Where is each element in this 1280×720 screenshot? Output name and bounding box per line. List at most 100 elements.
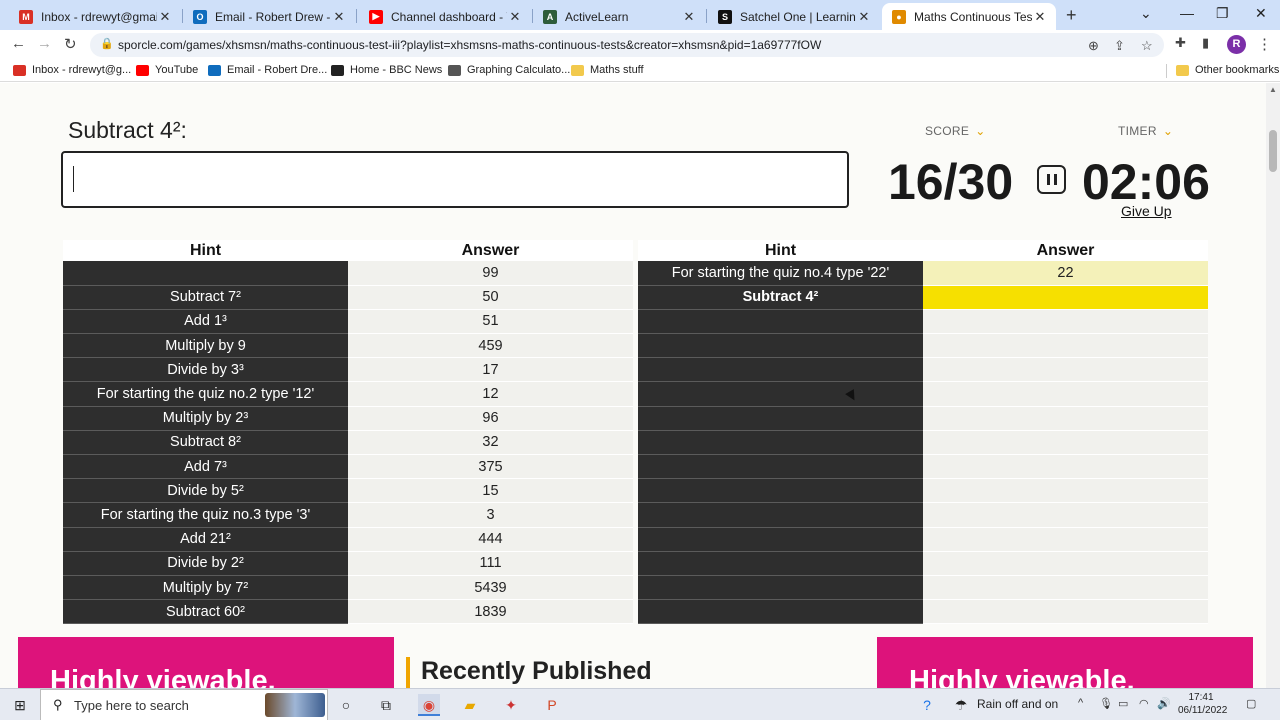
chrome-icon[interactable]: ◉ <box>418 694 440 716</box>
score-label[interactable]: SCORE ⌄ <box>925 124 986 138</box>
close-tab-icon[interactable]: ✕ <box>1032 9 1048 25</box>
hint-cell: Multiply by 9 <box>63 333 348 359</box>
notifications-icon[interactable]: ▢ <box>1246 697 1256 710</box>
side-panel-icon[interactable]: ▮ <box>1202 35 1209 51</box>
scrollbar-thumb[interactable] <box>1269 130 1277 172</box>
tab-title: Inbox - rdrewyt@gmail.com <box>41 9 157 24</box>
browser-tab[interactable]: M Inbox - rdrewyt@gmail.com✕ <box>9 3 181 30</box>
activelearn-icon: A <box>543 9 557 24</box>
tray-chevron-icon[interactable]: ^ <box>1078 697 1083 709</box>
forward-icon[interactable]: → <box>37 35 52 52</box>
table-row <box>638 309 1208 335</box>
table-row <box>638 454 1208 480</box>
menu-icon[interactable]: ⋮ <box>1257 35 1272 53</box>
answer-cell: 1839 <box>348 599 633 625</box>
close-tab-icon[interactable]: ✕ <box>331 9 347 25</box>
volume-icon[interactable]: 🔊 <box>1157 697 1171 710</box>
bookmark-label: Maths stuff <box>590 64 644 76</box>
hint-cell <box>638 357 923 383</box>
lock-icon: 🔒 <box>100 38 114 50</box>
table-row <box>638 502 1208 528</box>
bookmark-label: Email - Robert Dre... <box>227 64 328 76</box>
answer-cell: 5439 <box>348 575 633 601</box>
scroll-up-icon[interactable]: ▲ <box>1269 85 1277 94</box>
minimize-button[interactable]: — <box>1180 5 1194 21</box>
windows-start-icon[interactable]: ⊞ <box>9 694 31 716</box>
close-tab-icon[interactable]: ✕ <box>507 9 523 25</box>
url-text[interactable]: sporcle.com/games/xhsmsn/maths-continuou… <box>118 38 821 52</box>
bookmark-label: Home - BBC News <box>350 64 443 76</box>
battery-icon[interactable]: ▭ <box>1118 697 1128 710</box>
new-tab-button[interactable]: + <box>1066 5 1077 26</box>
bookmark-item[interactable]: YouTube <box>136 64 198 76</box>
browser-tab[interactable]: ▶ Channel dashboard - YouTube✕ <box>359 3 531 30</box>
navigation-bar: ← → ↻ 🔒 sporcle.com/games/xhsmsn/maths-c… <box>0 30 1280 60</box>
maximize-button[interactable]: ❐ <box>1216 5 1229 22</box>
bookmark-item[interactable]: Graphing Calculato... <box>448 64 570 76</box>
taskbar-search[interactable]: ⚲ Type here to search <box>40 689 328 720</box>
address-bar[interactable]: 🔒 sporcle.com/games/xhsmsn/maths-continu… <box>90 33 1164 57</box>
extensions-icon[interactable]: ✚ <box>1175 35 1186 51</box>
answer-cell: 99 <box>348 261 633 286</box>
answer-input[interactable] <box>61 151 849 208</box>
hint-cell: Add 1³ <box>63 309 348 335</box>
wifi-icon[interactable]: ◠ <box>1139 697 1149 710</box>
table-row: Multiply by 7² 5439 <box>63 575 633 601</box>
close-tab-icon[interactable]: ✕ <box>157 9 173 25</box>
page-scrollbar[interactable]: ▲ <box>1266 83 1280 688</box>
back-icon[interactable]: ← <box>11 35 26 52</box>
hint-cell: Subtract 4² <box>638 285 923 310</box>
powerpoint-icon[interactable]: P <box>541 694 563 716</box>
avatar[interactable]: R <box>1227 35 1246 54</box>
share-icon[interactable]: ⇪ <box>1114 38 1125 54</box>
answer-cell <box>923 430 1208 456</box>
clock[interactable]: 17:41 06/11/2022 <box>1178 691 1227 717</box>
file-explorer-icon[interactable]: ▰ <box>459 694 481 716</box>
task-view-icon[interactable]: ⧉ <box>375 694 397 716</box>
bookmark-item[interactable]: Email - Robert Dre... <box>208 64 327 76</box>
table-row: For starting the quiz no.2 type '12' 12 <box>63 381 633 407</box>
cortana-icon[interactable]: ○ <box>335 694 357 716</box>
bookmark-icon <box>208 64 221 76</box>
help-icon[interactable]: ? <box>916 694 938 716</box>
answer-cell: 111 <box>348 551 633 576</box>
table-row: Multiply by 9 459 <box>63 333 633 359</box>
microphone-icon[interactable]: 🎙 <box>1099 697 1113 710</box>
browser-tab[interactable]: ● Maths Continuous Test III Quiz✕ <box>882 3 1056 30</box>
bookmark-item[interactable]: Inbox - rdrewyt@g... <box>13 64 131 76</box>
hint-header: Hint <box>63 240 348 261</box>
answer-cell <box>923 599 1208 625</box>
give-up-link[interactable]: Give Up <box>1121 203 1172 219</box>
other-bookmarks[interactable]: Other bookmarks <box>1176 64 1279 76</box>
browser-tab[interactable]: O Email - Robert Drew - Outlook✕ <box>183 3 355 30</box>
bookmark-item[interactable]: Maths stuff <box>571 64 644 76</box>
chevron-down-icon: ⌄ <box>1162 124 1174 138</box>
timer-label[interactable]: TIMER ⌄ <box>1118 124 1173 138</box>
weather-icon[interactable]: ☂ <box>950 694 972 716</box>
zoom-icon[interactable]: ⊕ <box>1088 38 1099 54</box>
hint-cell <box>638 575 923 601</box>
bookmark-item[interactable]: Home - BBC News <box>331 64 442 76</box>
app-icon[interactable]: ✦ <box>500 694 522 716</box>
browser-tab[interactable]: S Satchel One | Learning platform✕ <box>708 3 880 30</box>
ad-banner-left[interactable]: Highly viewable. <box>18 637 394 688</box>
ad-banner-right[interactable]: Highly viewable. <box>877 637 1253 688</box>
close-window-button[interactable]: ✕ <box>1255 5 1267 22</box>
pause-button[interactable] <box>1037 165 1066 194</box>
answer-cell <box>923 478 1208 504</box>
answer-cell: 15 <box>348 478 633 504</box>
other-bookmarks-label: Other bookmarks <box>1195 64 1280 76</box>
reload-icon[interactable]: ↻ <box>64 35 77 53</box>
bookmarks-bar: Other bookmarks Inbox - rdrewyt@g... YouT… <box>0 60 1280 82</box>
close-tab-icon[interactable]: ✕ <box>856 9 872 25</box>
bookmark-star-icon[interactable]: ☆ <box>1141 38 1153 54</box>
ad-text: Highly viewable. <box>50 665 276 688</box>
hint-cell <box>638 309 923 335</box>
tab-search-icon[interactable]: ⌄ <box>1140 5 1152 22</box>
table-row: Add 7³ 375 <box>63 454 633 480</box>
answer-cell: 51 <box>348 309 633 335</box>
browser-tab[interactable]: A ActiveLearn ✕ <box>533 3 705 30</box>
close-tab-icon[interactable]: ✕ <box>681 9 697 25</box>
answer-cell <box>923 333 1208 359</box>
weather-text[interactable]: Rain off and on <box>977 697 1058 711</box>
